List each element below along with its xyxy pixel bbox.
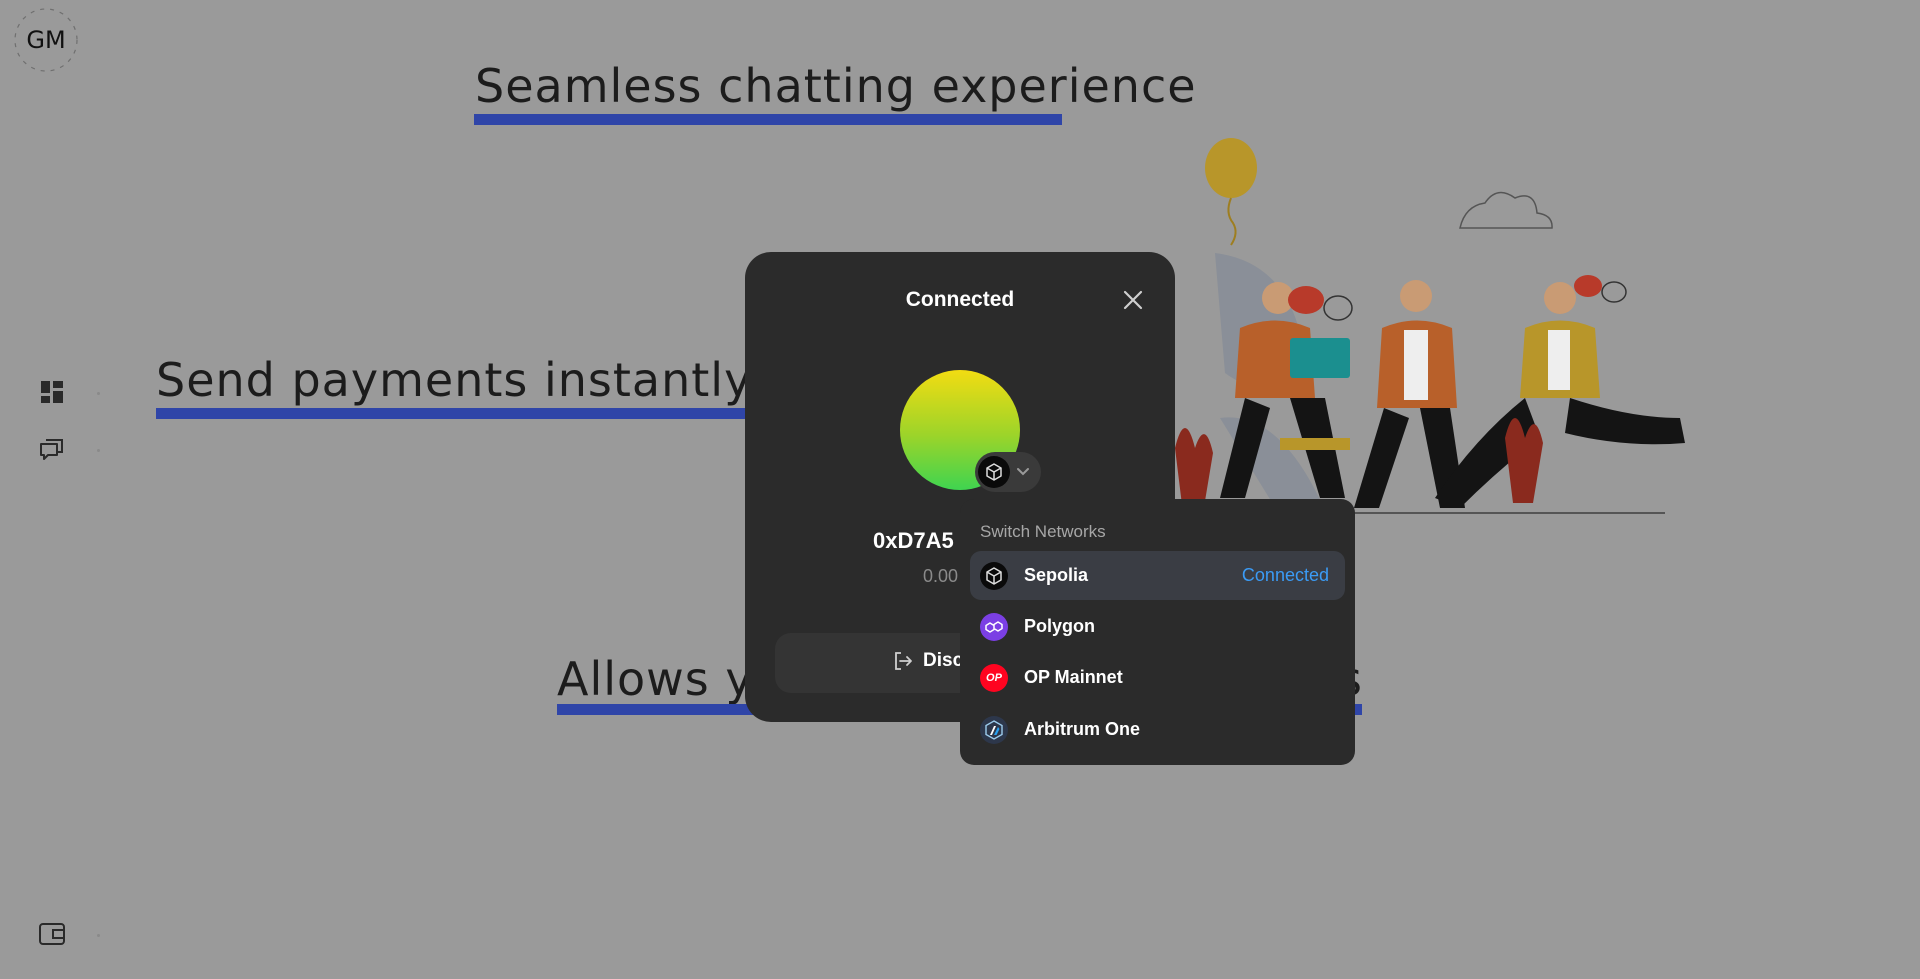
app-logo[interactable]: GM (12, 6, 80, 74)
sidebar-divider (97, 392, 100, 395)
headline-underline (474, 114, 1062, 125)
network-status: Connected (1241, 565, 1329, 585)
headline-underline (156, 408, 756, 419)
account-address[interactable]: 0xD7A5 (873, 528, 954, 554)
chevron-down-icon (1016, 467, 1030, 477)
modal-title: Connected (905, 288, 1015, 311)
close-icon (1123, 290, 1143, 310)
sepolia-icon (978, 456, 1010, 488)
network-item-sepolia[interactable]: Sepolia Connected (970, 551, 1345, 600)
polygon-icon (980, 612, 1008, 641)
network-item-op-mainnet[interactable]: OP OP Mainnet (970, 653, 1345, 702)
arbitrum-icon (980, 715, 1008, 744)
dashboard-icon (41, 381, 63, 403)
disconnect-label: Disc (923, 650, 964, 671)
wallet-icon (39, 923, 65, 945)
network-label: Sepolia (1024, 565, 1089, 585)
logo-text: GM (26, 26, 66, 54)
op-icon: OP (980, 663, 1008, 692)
sepolia-icon (980, 561, 1008, 590)
hero-headline-chat: Seamless chatting experience (475, 59, 1197, 113)
sidebar-divider (97, 934, 100, 937)
network-label: OP Mainnet (1024, 667, 1123, 687)
network-label: Arbitrum One (1024, 719, 1141, 739)
sidebar-item-wallet[interactable] (38, 920, 66, 948)
close-button[interactable] (1119, 286, 1147, 314)
network-item-polygon[interactable]: Polygon (970, 602, 1345, 651)
sidebar-item-dashboard[interactable] (38, 378, 66, 406)
switch-network-menu: Switch Networks Sepolia Connected Polygo… (960, 499, 1355, 765)
sidebar-divider (97, 449, 100, 452)
chat-icon (40, 439, 63, 460)
network-item-arbitrum-one[interactable]: Arbitrum One (970, 705, 1345, 754)
network-switcher-button[interactable] (975, 452, 1041, 492)
menu-header: Switch Networks (980, 522, 1106, 541)
sidebar-item-chats[interactable] (38, 435, 66, 463)
network-label: Polygon (1024, 616, 1095, 636)
account-balance: 0.00 (923, 566, 959, 586)
logout-icon (895, 652, 912, 670)
